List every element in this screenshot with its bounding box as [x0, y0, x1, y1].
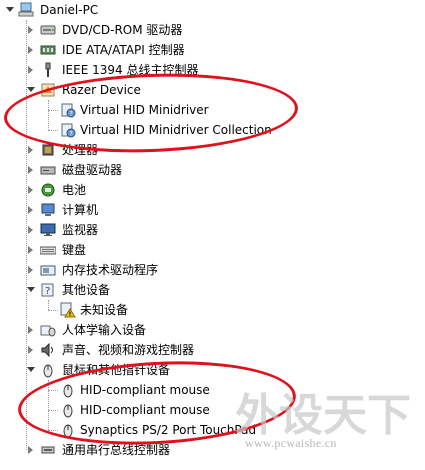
usb-controller-icon — [40, 442, 56, 458]
tree-item-dvd[interactable]: DVD/CD-ROM 驱动器 — [0, 20, 260, 40]
other-devices-icon: ? — [40, 282, 56, 298]
tree-item-disk-drive[interactable]: 磁盘驱动器 — [0, 160, 200, 180]
tree-item-label: 电池 — [62, 183, 87, 197]
tree-item-label: IDE ATA/ATAPI 控制器 — [62, 43, 185, 57]
tree-item-hid-input[interactable]: 人体学输入设备 — [0, 320, 220, 340]
tree-item-battery[interactable]: 电池 — [0, 180, 200, 200]
tree-child-unknown-device[interactable]: 未知设备 — [0, 300, 200, 320]
tree-root[interactable]: Daniel-PC — [0, 0, 200, 20]
expand-arrow-icon[interactable] — [28, 206, 33, 214]
tree-item-label: DVD/CD-ROM 驱动器 — [62, 23, 183, 37]
sound-icon — [40, 342, 56, 358]
computer-icon — [40, 202, 56, 218]
tree-item-memory-technology[interactable]: 内存技术驱动程序 — [0, 260, 220, 280]
tree-item-label: 磁盘驱动器 — [62, 163, 123, 177]
expand-arrow-icon[interactable] — [28, 186, 33, 194]
expand-arrow-icon[interactable] — [28, 246, 33, 254]
hid-input-icon — [40, 322, 56, 338]
tree-item-monitor[interactable]: 监视器 — [0, 220, 200, 240]
expand-arrow-icon[interactable] — [28, 446, 33, 454]
expand-arrow-icon[interactable] — [28, 346, 33, 354]
expand-arrow-icon[interactable] — [28, 226, 33, 234]
expand-arrow-icon[interactable] — [28, 26, 33, 34]
monitor-icon — [40, 222, 56, 238]
watermark-logo-text: 外设天下 — [235, 390, 411, 441]
expand-arrow-icon[interactable] — [28, 46, 33, 54]
tree-item-label: 其他设备 — [62, 283, 111, 297]
computer-icon — [18, 2, 34, 18]
expand-arrow-icon[interactable] — [28, 146, 33, 154]
unknown-device-warning-icon — [60, 302, 76, 318]
tree-item-ide[interactable]: IDE ATA/ATAPI 控制器 — [0, 40, 260, 60]
tree-item-label: 内存技术驱动程序 — [62, 263, 159, 277]
svg-text:?: ? — [45, 286, 50, 297]
memory-technology-icon — [40, 262, 56, 278]
expand-arrow-icon[interactable] — [28, 66, 33, 74]
expand-arrow-icon[interactable] — [28, 326, 33, 334]
watermark-url: www.pcwaishe.cn — [245, 436, 337, 450]
tree-item-label: 声音、视频和游戏控制器 — [62, 343, 195, 357]
expand-arrow-icon[interactable] — [27, 367, 35, 372]
expand-arrow-icon[interactable] — [27, 87, 35, 92]
dvd-drive-icon — [40, 22, 56, 38]
disk-drive-icon — [40, 162, 56, 178]
expand-arrow-icon[interactable] — [28, 166, 33, 174]
tree-item-label: 未知设备 — [80, 303, 129, 317]
tree-item-label: 计算机 — [62, 203, 99, 217]
tree-item-sound-video-game[interactable]: 声音、视频和游戏控制器 — [0, 340, 260, 360]
ide-controller-icon — [40, 42, 56, 58]
tree-item-other-devices[interactable]: ? 其他设备 — [0, 280, 200, 300]
keyboard-icon — [39, 242, 57, 258]
expand-arrow-icon[interactable] — [28, 266, 33, 274]
tree-item-keyboard[interactable]: 键盘 — [0, 240, 200, 260]
mouse-icon — [40, 362, 56, 378]
tree-item-computer[interactable]: 计算机 — [0, 200, 200, 220]
ieee1394-icon — [40, 62, 56, 78]
tree-root-label: Daniel-PC — [40, 3, 99, 17]
expand-arrow-icon[interactable] — [27, 287, 35, 292]
tree-item-label: 监视器 — [62, 223, 99, 237]
battery-icon — [40, 182, 56, 198]
expand-arrow-icon[interactable] — [6, 7, 14, 12]
tree-item-label: 键盘 — [62, 243, 87, 257]
tree-item-label: 人体学输入设备 — [62, 323, 147, 337]
